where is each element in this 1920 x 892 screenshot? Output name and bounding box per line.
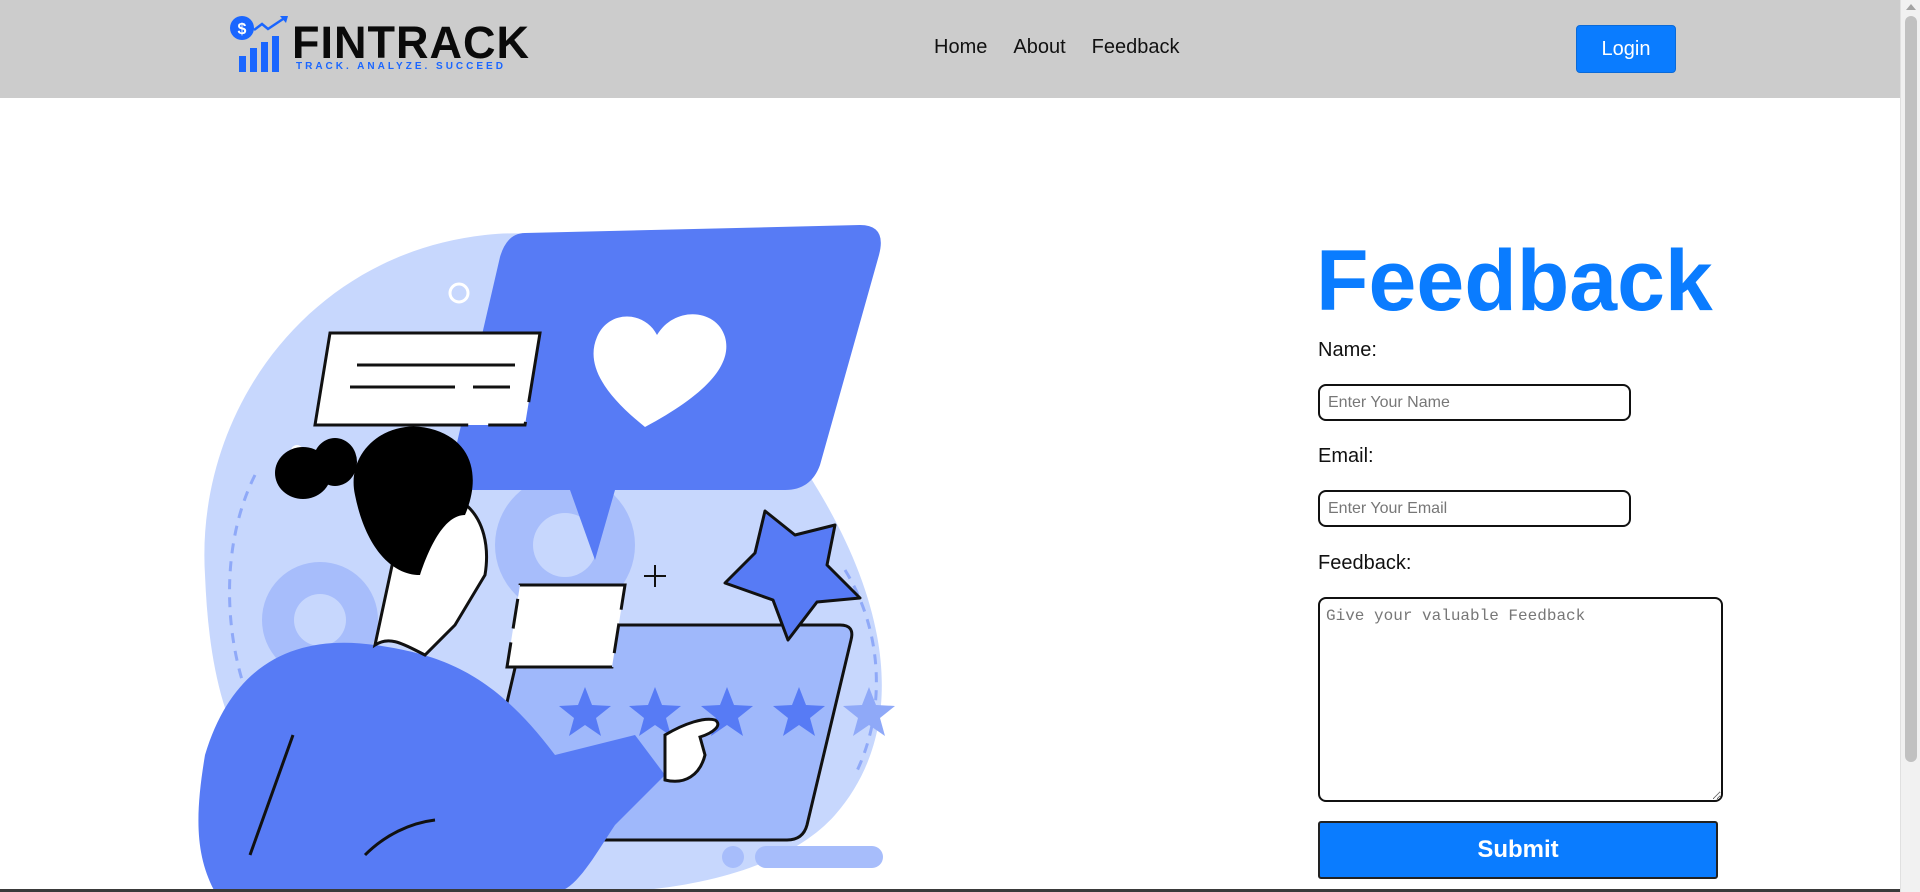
scroll-up-arrow-icon[interactable] [1906,4,1916,10]
nav-about-link[interactable]: About [1013,36,1065,59]
email-label: Email: [1318,445,1374,467]
logo-text: FINTRACK [292,17,530,68]
nav-home-link[interactable]: Home [934,36,987,59]
name-input[interactable] [1318,384,1631,421]
logo-tagline: TRACK. ANALYZE. SUCCEED [296,61,506,72]
form-title: Feedback [1316,233,1713,329]
page-scrollbar[interactable] [1900,0,1920,892]
feedback-label: Feedback: [1318,552,1412,574]
main-nav: Home About Feedback [934,36,1179,59]
logo-chart-icon: $ [230,15,288,72]
navbar: $ FINTRACK TRACK. ANALYZE. SUCCEED Home … [0,0,1900,98]
scrollbar-thumb[interactable] [1905,16,1917,762]
name-label: Name: [1318,339,1377,361]
logo[interactable]: $ FINTRACK TRACK. ANALYZE. SUCCEED [228,14,529,76]
submit-button[interactable]: Submit [1318,821,1718,879]
feedback-illustration-svg [198,225,895,892]
login-button[interactable]: Login [1576,25,1676,73]
email-input[interactable] [1318,490,1631,527]
svg-text:$: $ [238,21,247,38]
feedback-textarea[interactable] [1318,597,1723,802]
nav-feedback-link[interactable]: Feedback [1092,36,1180,59]
feedback-illustration [195,215,925,892]
